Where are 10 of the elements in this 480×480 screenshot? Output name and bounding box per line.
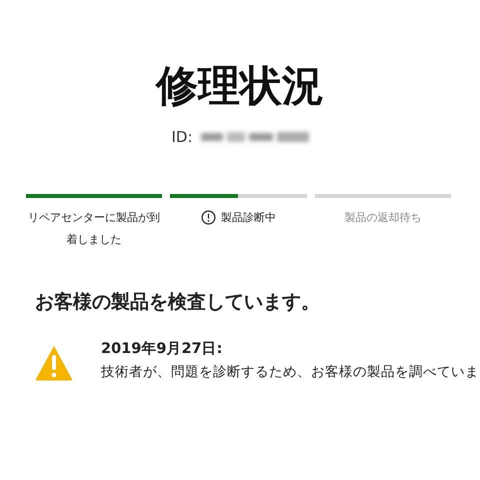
status-heading: お客様の製品を検査しています。 (35, 290, 321, 315)
page-title: 修理状況 (156, 60, 324, 112)
id-label: ID: (171, 128, 193, 146)
step-label: リペアセンターに製品が到着しました (27, 210, 162, 248)
update-date: 2019年9月27日: (101, 340, 224, 358)
warning-icon (35, 345, 73, 381)
step-label: 製品の返却待ち (344, 210, 422, 226)
update-message: 技術者が、問題を診断するため、お客様の製品を調べていま (101, 363, 479, 381)
alert-icon (200, 210, 216, 225)
step-label: 製品診断中 (220, 210, 276, 226)
